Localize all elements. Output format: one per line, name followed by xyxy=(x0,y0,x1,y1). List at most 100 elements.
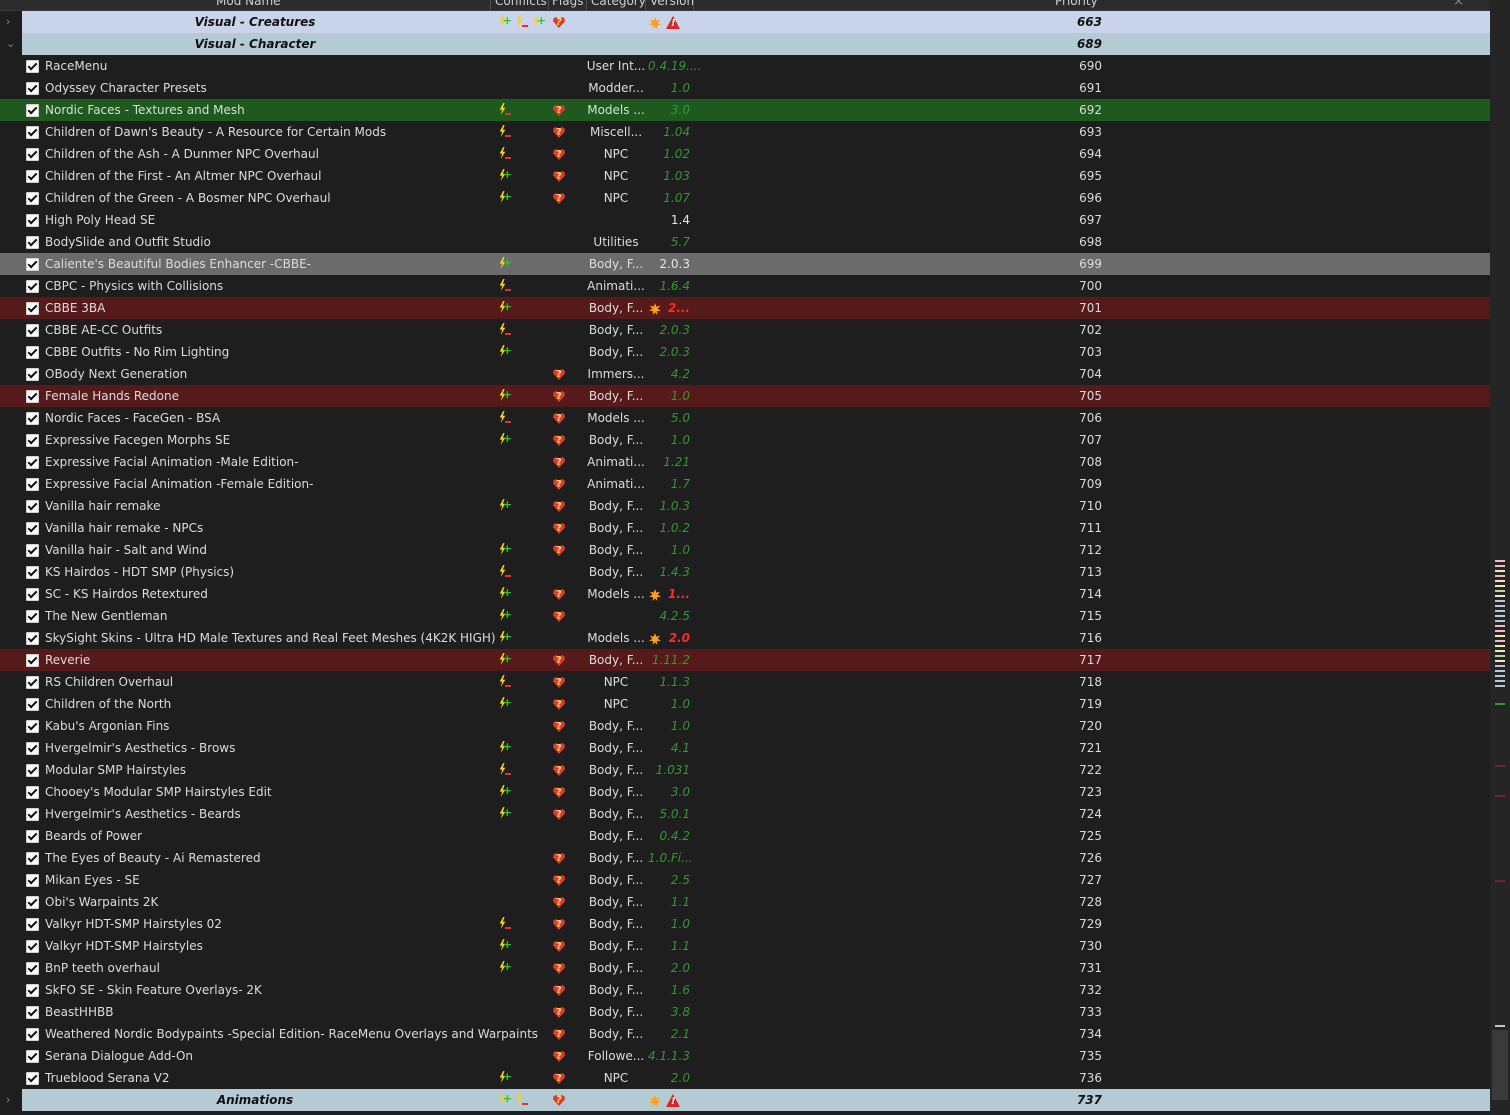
mod-row[interactable]: Children of Dawn's Beauty - A Resource f… xyxy=(0,121,1490,144)
enabled-checkbox[interactable] xyxy=(26,720,39,733)
col-category[interactable]: Category xyxy=(591,0,646,8)
mod-row[interactable]: Serana Dialogue Add-On Followe...4.1.1.3 7… xyxy=(0,1045,1490,1068)
enabled-checkbox[interactable] xyxy=(26,126,39,139)
enabled-checkbox[interactable] xyxy=(26,258,39,271)
mod-row[interactable]: SkFO SE - Skin Feature Overlays- 2K Body,… xyxy=(0,979,1490,1002)
mod-row[interactable]: SC - KS Hairdos Retextured Models ... 1...… xyxy=(0,582,1490,606)
mod-row[interactable]: Kabu's Argonian Fins Body, F... 1.0 720 xyxy=(0,715,1490,738)
enabled-checkbox[interactable] xyxy=(26,698,39,711)
mod-row[interactable]: Vanilla hair remake - NPCs Body, F... 1.0.… xyxy=(0,517,1490,540)
mod-row[interactable]: OBody Next Generation Immers... 4.2 704 xyxy=(0,363,1490,386)
col-version[interactable]: Version xyxy=(650,0,694,8)
mod-row[interactable]: Reverie Body, F... 1.11.2 717 xyxy=(0,648,1490,672)
enabled-checkbox[interactable] xyxy=(26,610,39,623)
enabled-checkbox[interactable] xyxy=(26,940,39,953)
mod-row[interactable]: BnP teeth overhaul Body, F... 2.0 731 xyxy=(0,956,1490,980)
mod-row[interactable]: Expressive Facial Animation -Female Edit… xyxy=(0,473,1490,496)
mod-row[interactable]: Female Hands Redone Body, F... 1.0 705 xyxy=(0,384,1490,408)
vertical-scrollbar[interactable] xyxy=(1490,0,1510,1115)
mod-row[interactable]: Caliente's Beautiful Bodies Enhancer -CB… xyxy=(0,252,1490,275)
enabled-checkbox[interactable] xyxy=(26,852,39,865)
enabled-checkbox[interactable] xyxy=(26,148,39,161)
enabled-checkbox[interactable] xyxy=(26,1050,39,1063)
enabled-checkbox[interactable] xyxy=(26,830,39,843)
mod-row[interactable]: Vanilla hair remake Body, F... 1.0.3 710 xyxy=(0,494,1490,518)
mod-row[interactable]: CBBE Outfits - No Rim Lighting Body, F...… xyxy=(0,340,1490,363)
col-conflicts[interactable]: Conflicts xyxy=(495,0,547,8)
enabled-checkbox[interactable] xyxy=(26,544,39,557)
enabled-checkbox[interactable] xyxy=(26,808,39,821)
mod-row[interactable]: Beards of Power Body, F... 0.4.2 725 xyxy=(0,825,1490,847)
mod-row[interactable]: SkySight Skins - Ultra HD Male Textures … xyxy=(0,626,1490,649)
enabled-checkbox[interactable] xyxy=(26,918,39,931)
separator-row[interactable]: ⌄ Visual - Character 689 xyxy=(0,33,1490,55)
enabled-checkbox[interactable] xyxy=(26,896,39,909)
mod-row[interactable]: Hvergelmir's Aesthetics - Brows Body, F..… xyxy=(0,736,1490,760)
mod-row[interactable]: Trueblood Serana V2 NPC 2.0 736 xyxy=(0,1066,1490,1090)
enabled-checkbox[interactable] xyxy=(26,1028,39,1041)
mod-row[interactable]: RaceMenu User Int... 0.4.19.... 690 xyxy=(0,55,1490,77)
mod-row[interactable]: CBBE 3BA Body, F... 2... 701 xyxy=(0,296,1490,319)
expander-icon[interactable]: ⌄ xyxy=(6,33,15,55)
mod-row[interactable]: Expressive Facegen Morphs SE Body, F... 1.… xyxy=(0,428,1490,452)
enabled-checkbox[interactable] xyxy=(26,874,39,887)
scrollbar-thumb[interactable] xyxy=(1492,1030,1508,1100)
enabled-checkbox[interactable] xyxy=(26,170,39,183)
mod-row[interactable]: Expressive Facial Animation -Male Editio… xyxy=(0,451,1490,474)
mod-row[interactable]: RS Children Overhaul NPC 1.1.3 718 xyxy=(0,671,1490,694)
mod-row[interactable]: KS Hairdos - HDT SMP (Physics) Body, F...… xyxy=(0,561,1490,583)
enabled-checkbox[interactable] xyxy=(26,214,39,227)
col-divider[interactable] xyxy=(586,0,587,10)
mod-row[interactable]: Children of the Green - A Bosmer NPC Ove… xyxy=(0,186,1490,210)
mod-row[interactable]: The Eyes of Beauty - Ai Remastered Body, … xyxy=(0,847,1490,870)
expander-icon[interactable]: › xyxy=(6,1089,10,1111)
mod-row[interactable]: Nordic Faces - Textures and Mesh Models .… xyxy=(0,99,1490,122)
expander-icon[interactable]: › xyxy=(6,11,10,33)
close-icon[interactable]: × xyxy=(1453,0,1464,9)
mod-row[interactable]: High Poly Head SE 1.4 697 xyxy=(0,209,1490,231)
col-divider[interactable] xyxy=(645,0,646,10)
enabled-checkbox[interactable] xyxy=(26,368,39,381)
enabled-checkbox[interactable] xyxy=(26,764,39,777)
enabled-checkbox[interactable] xyxy=(26,566,39,579)
separator-row[interactable]: › Visual - Creatures 663 xyxy=(0,10,1490,35)
enabled-checkbox[interactable] xyxy=(26,984,39,997)
enabled-checkbox[interactable] xyxy=(26,632,39,645)
mod-row[interactable]: Valkyr HDT-SMP Hairstyles Body, F... 1.1 73… xyxy=(0,934,1490,958)
enabled-checkbox[interactable] xyxy=(26,522,39,535)
enabled-checkbox[interactable] xyxy=(26,588,39,601)
enabled-checkbox[interactable] xyxy=(26,1006,39,1019)
mod-row[interactable]: Children of the North NPC 1.0 719 xyxy=(0,692,1490,716)
mod-list[interactable]: › Visual - Creatures 663 ⌄ Visual - Characte… xyxy=(0,10,1490,1113)
mod-row[interactable]: Nordic Faces - FaceGen - BSA Models ... 5.… xyxy=(0,407,1490,430)
enabled-checkbox[interactable] xyxy=(26,676,39,689)
mod-row[interactable]: Odyssey Character Presets Modder... 1.0 691 xyxy=(0,77,1490,99)
col-flags[interactable]: Flags xyxy=(552,0,583,8)
col-divider[interactable] xyxy=(490,0,491,10)
mod-row[interactable]: The New Gentleman 4.2.5 715 xyxy=(0,604,1490,628)
enabled-checkbox[interactable] xyxy=(26,280,39,293)
enabled-checkbox[interactable] xyxy=(26,390,39,403)
mod-row[interactable]: CBBE AE-CC Outfits Body, F... 2.0.3 702 xyxy=(0,319,1490,341)
enabled-checkbox[interactable] xyxy=(26,500,39,513)
mod-row[interactable]: Children of the Ash - A Dunmer NPC Overh… xyxy=(0,143,1490,166)
enabled-checkbox[interactable] xyxy=(26,82,39,95)
col-divider[interactable] xyxy=(693,0,694,10)
col-divider[interactable] xyxy=(548,0,549,10)
enabled-checkbox[interactable] xyxy=(26,236,39,249)
enabled-checkbox[interactable] xyxy=(26,104,39,117)
enabled-checkbox[interactable] xyxy=(26,456,39,469)
separator-row[interactable]: › Animations 737 xyxy=(0,1088,1490,1113)
enabled-checkbox[interactable] xyxy=(26,324,39,337)
mod-row[interactable]: Mikan Eyes - SE Body, F... 2.5 727 xyxy=(0,869,1490,892)
enabled-checkbox[interactable] xyxy=(26,478,39,491)
mod-row[interactable]: Weathered Nordic Bodypaints -Special Edi… xyxy=(0,1023,1490,1046)
mod-row[interactable]: BeastHHBB Body, F... 3.8 733 xyxy=(0,1001,1490,1024)
mod-row[interactable]: Obi's Warpaints 2K Body, F... 1.1 728 xyxy=(0,891,1490,914)
enabled-checkbox[interactable] xyxy=(26,742,39,755)
enabled-checkbox[interactable] xyxy=(26,192,39,205)
mod-row[interactable]: Chooey's Modular SMP Hairstyles Edit Body… xyxy=(0,780,1490,804)
enabled-checkbox[interactable] xyxy=(26,1072,39,1085)
mod-row[interactable]: Valkyr HDT-SMP Hairstyles 02 Body, F... 1.… xyxy=(0,913,1490,936)
col-mod-name[interactable]: Mod Name xyxy=(216,0,281,8)
